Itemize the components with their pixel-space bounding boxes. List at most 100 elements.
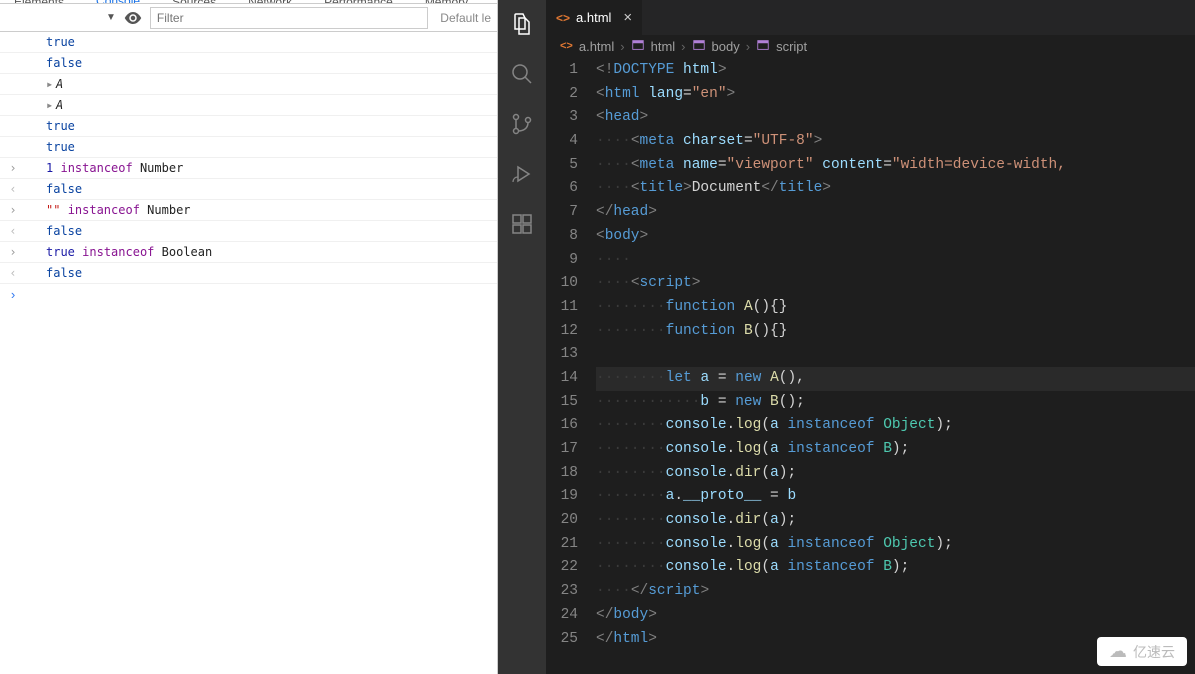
code-line[interactable]: <!DOCTYPE html> [596,59,1195,83]
code-line[interactable]: ········console.log(a instanceof Object)… [596,533,1195,557]
input-chevron-icon: › [6,203,20,217]
watermark: ☁ 亿速云 [1097,637,1187,666]
console-row-content: "" instanceof Number [46,203,497,217]
line-number: 7 [546,201,578,225]
input-chevron-icon: › [6,161,20,175]
console-row: ‹false [0,221,497,242]
code-line[interactable]: ····<meta charset="UTF-8"> [596,130,1195,154]
console-row: ‹false [0,263,497,284]
breadcrumb-item[interactable]: a.html [579,39,614,54]
search-icon[interactable] [498,60,546,88]
line-number: 2 [546,83,578,107]
line-number-gutter: 1234567891011121314151617181920212223242… [546,57,596,674]
close-icon[interactable]: × [623,9,632,26]
line-number: 20 [546,509,578,533]
line-number: 3 [546,106,578,130]
line-number: 12 [546,320,578,344]
console-row: false [0,53,497,74]
console-prompt[interactable]: › [0,284,497,307]
log-level-select[interactable]: Default le [436,11,491,25]
line-number: 10 [546,272,578,296]
code-line[interactable]: ····<title>Document</title> [596,177,1195,201]
code-line[interactable]: ········a.__proto__ = b [596,485,1195,509]
line-number: 8 [546,225,578,249]
console-row: ›true instanceof Boolean [0,242,497,263]
breadcrumb-item[interactable]: html [651,39,676,54]
filter-input[interactable] [150,7,428,29]
debug-icon[interactable] [498,160,546,188]
code-line[interactable]: </head> [596,201,1195,225]
input-chevron-icon: › [6,245,20,259]
code-line[interactable]: </body> [596,604,1195,628]
code-line[interactable]: ········function B(){} [596,320,1195,344]
symbol-icon [692,38,706,55]
console-row-content: false [46,182,497,196]
code-editor[interactable]: 1234567891011121314151617181920212223242… [546,57,1195,674]
code-line[interactable]: ····</script> [596,580,1195,604]
code-line[interactable]: ········console.dir(a); [596,509,1195,533]
devtools-panel: ElementsConsoleSourcesNetworkPerformance… [0,0,498,674]
output-chevron-icon: ‹ [6,182,20,196]
code-line[interactable]: ········function A(){} [596,296,1195,320]
code-line[interactable]: <body> [596,225,1195,249]
breadcrumb-item[interactable]: script [776,39,807,54]
console-row[interactable]: ▸A [0,95,497,116]
chevron-right-icon: › [620,39,624,54]
chevron-right-icon: › [746,39,750,54]
line-number: 19 [546,485,578,509]
code-line[interactable] [596,343,1195,367]
extensions-icon[interactable] [498,210,546,238]
console-row-content: true [46,35,497,49]
line-number: 9 [546,249,578,273]
watermark-text: 亿速云 [1133,642,1175,662]
console-toolbar: ▼ Default le [0,4,497,32]
line-number: 16 [546,414,578,438]
files-icon[interactable] [498,10,546,38]
breadcrumb-item[interactable]: body [712,39,740,54]
editor-tab[interactable]: <> a.html × [546,0,643,35]
console-row-content: true [46,119,497,133]
console-row-content: false [46,56,497,70]
cloud-icon: ☁ [1109,641,1127,662]
console-row-content: true [46,140,497,154]
code-line[interactable]: ····<script> [596,272,1195,296]
console-output: true false ▸A▸A true true ›1 instanceof Numbe… [0,32,497,674]
code-line[interactable]: ····<meta name="viewport" content="width… [596,154,1195,178]
line-number: 18 [546,462,578,486]
activity-bar [498,0,546,674]
code-line[interactable]: ········let a = new A(), [596,367,1195,391]
editor-area: <> a.html × <> a.html › html › body › script 12… [546,0,1195,674]
line-number: 15 [546,391,578,415]
symbol-icon [756,38,770,55]
git-icon[interactable] [498,110,546,138]
eye-icon[interactable] [124,11,142,25]
code-line[interactable]: ···· [596,249,1195,273]
line-number: 13 [546,343,578,367]
symbol-icon [631,38,645,55]
line-number: 21 [546,533,578,557]
code-line[interactable]: ········console.dir(a); [596,462,1195,486]
console-row: true [0,32,497,53]
line-number: 22 [546,556,578,580]
prompt-chevron-icon: › [6,288,20,303]
context-dropdown-icon[interactable]: ▼ [106,12,116,23]
console-row[interactable]: ▸A [0,74,497,95]
editor-tab-bar: <> a.html × [546,0,1195,35]
html-file-icon: <> [556,11,570,25]
breadcrumb[interactable]: <> a.html › html › body › script [546,35,1195,57]
console-row: ›1 instanceof Number [0,158,497,179]
line-number: 6 [546,177,578,201]
code-lines[interactable]: <!DOCTYPE html><html lang="en"><head>···… [596,57,1195,674]
console-row: ‹ false [0,179,497,200]
line-number: 14 [546,367,578,391]
chevron-right-icon: › [681,39,685,54]
code-line[interactable]: ············b = new B(); [596,391,1195,415]
code-line[interactable]: <html lang="en"> [596,83,1195,107]
code-line[interactable]: <head> [596,106,1195,130]
code-line[interactable]: ········console.log(a instanceof B); [596,556,1195,580]
vscode-panel: <> a.html × <> a.html › html › body › script 12… [498,0,1195,674]
line-number: 4 [546,130,578,154]
code-line[interactable]: ········console.log(a instanceof Object)… [596,414,1195,438]
code-line[interactable]: ········console.log(a instanceof B); [596,438,1195,462]
html-file-icon: <> [560,40,573,52]
